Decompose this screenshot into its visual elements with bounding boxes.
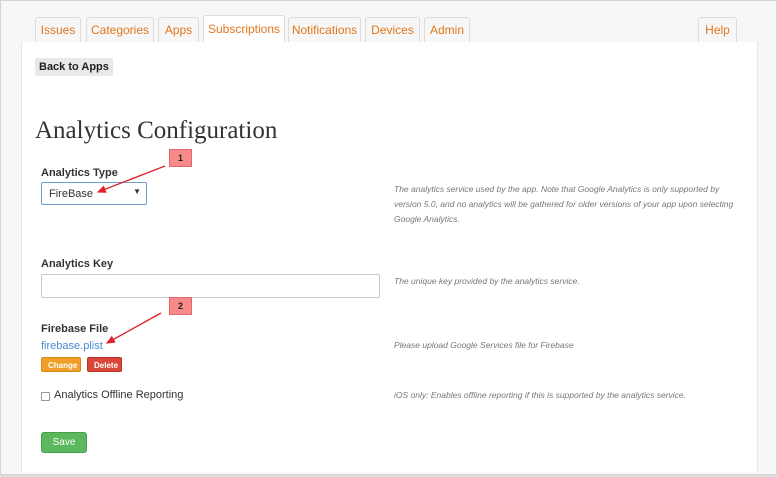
arrow-1 xyxy=(96,165,166,193)
arrow-2 xyxy=(105,312,162,344)
annotation-arrows xyxy=(96,165,166,344)
